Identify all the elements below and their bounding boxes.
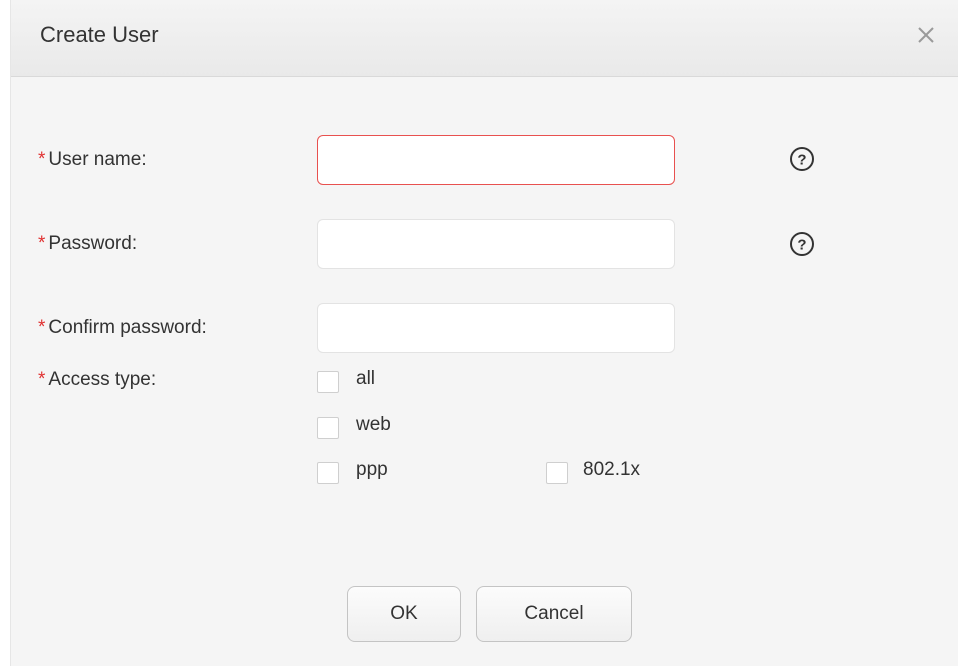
required-marker: * (38, 149, 46, 170)
svg-text:?: ? (797, 152, 806, 169)
access-8021x-checkbox[interactable] (546, 462, 568, 484)
required-marker: * (38, 369, 46, 390)
access-type-label: * Access type: (38, 369, 156, 391)
username-label: * User name: (38, 149, 147, 171)
password-label-text: Password: (48, 233, 138, 254)
password-input[interactable] (317, 219, 675, 269)
help-circle-icon[interactable]: ? (787, 144, 817, 174)
cancel-button[interactable]: Cancel (476, 586, 632, 642)
access-type-label-text: Access type: (48, 369, 157, 390)
svg-text:?: ? (797, 237, 806, 254)
username-label-text: User name: (48, 149, 147, 170)
username-input[interactable] (317, 135, 675, 185)
access-all-checkbox[interactable] (317, 371, 339, 393)
required-marker: * (38, 233, 46, 254)
access-ppp-label: ppp (356, 459, 388, 480)
confirm-password-label-text: Confirm password: (48, 317, 207, 338)
access-ppp-checkbox[interactable] (317, 462, 339, 484)
access-all-label: all (356, 368, 376, 389)
dialog-header: Create User (11, 0, 958, 77)
access-web-label: web (356, 414, 391, 435)
access-8021x-label: 802.1x (583, 459, 641, 480)
required-marker: * (38, 317, 46, 338)
dialog-title: Create User (40, 22, 159, 47)
ok-button[interactable]: OK (347, 586, 461, 642)
password-label: * Password: (38, 233, 137, 255)
create-user-dialog: Create User * User name: ? * Password: ? *… (10, 0, 958, 666)
confirm-password-input[interactable] (317, 303, 675, 353)
close-icon[interactable] (911, 20, 941, 50)
confirm-password-label: * Confirm password: (38, 317, 207, 339)
help-circle-icon[interactable]: ? (787, 229, 817, 259)
access-web-checkbox[interactable] (317, 417, 339, 439)
